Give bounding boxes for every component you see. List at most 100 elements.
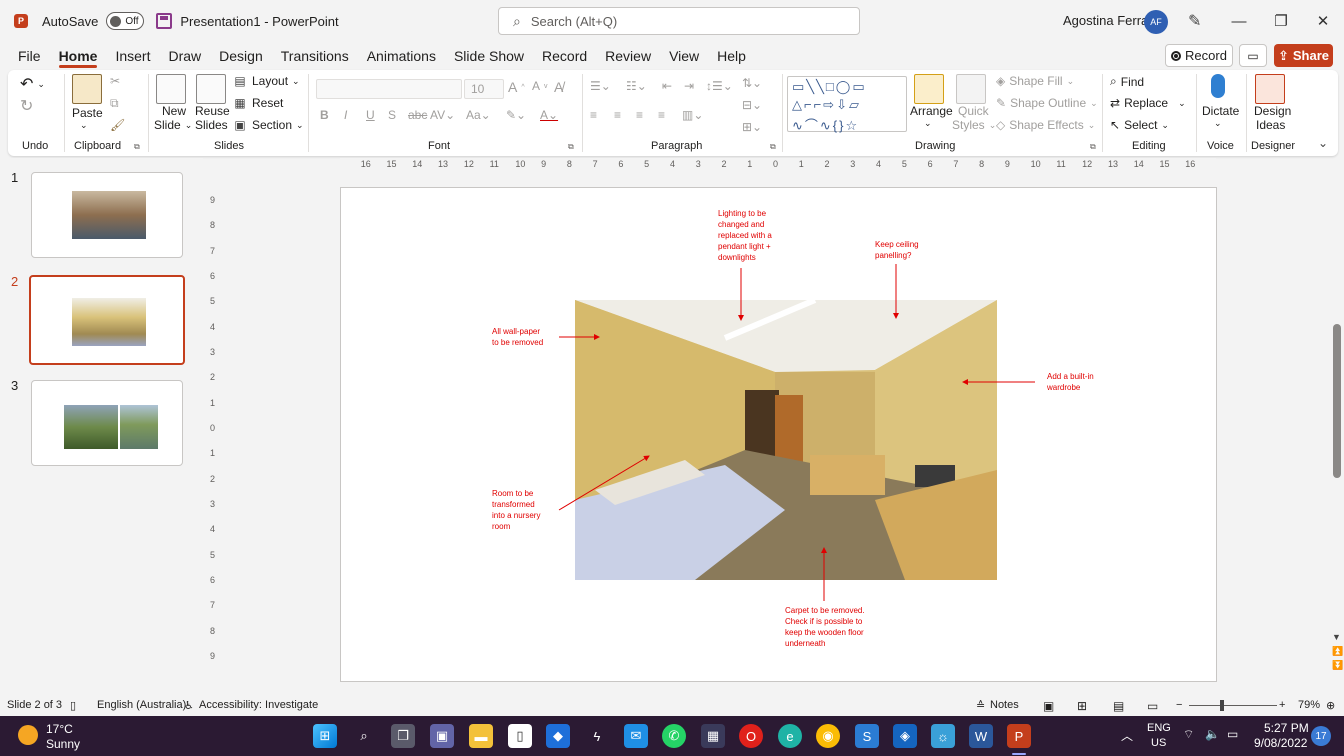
font-color-icon[interactable]: A⌄ bbox=[540, 108, 558, 122]
vertical-scrollbar[interactable]: ▼ ⏫ ⏬ bbox=[1330, 158, 1344, 694]
scroll-down-icon[interactable]: ▼ bbox=[1332, 632, 1341, 642]
weather-condition[interactable]: Sunny bbox=[46, 737, 80, 751]
slide-thumbnail-3[interactable] bbox=[31, 380, 183, 466]
shapes-row2-icon[interactable]: △⌐⌐⇨⇩▱ bbox=[792, 97, 861, 113]
increase-font-icon[interactable]: A ^ bbox=[508, 79, 525, 95]
notes-button[interactable]: Notes bbox=[990, 699, 1019, 711]
language-line1[interactable]: ENG bbox=[1147, 722, 1171, 734]
tab-record[interactable]: Record bbox=[533, 42, 596, 70]
dialog-launcher-icon[interactable]: ⧉ bbox=[568, 142, 574, 152]
chevron-down-icon[interactable]: ⌄ bbox=[80, 120, 88, 131]
minimize-icon[interactable]: — bbox=[1226, 8, 1252, 34]
wifi-icon[interactable]: ⌔ bbox=[1183, 727, 1194, 742]
tab-home[interactable]: Home bbox=[50, 42, 107, 70]
fit-to-window-icon[interactable]: ⊕ bbox=[1326, 699, 1335, 712]
align-text-icon[interactable]: ⊟⌄ bbox=[742, 98, 762, 112]
shape-outline-button[interactable]: ✎ Shape Outline ⌄ bbox=[996, 96, 1098, 110]
dictate-button[interactable]: Dictate bbox=[1202, 104, 1239, 118]
slide-thumbnail-2[interactable] bbox=[29, 275, 185, 365]
zoom-level[interactable]: 79% bbox=[1298, 699, 1320, 711]
accessibility-status[interactable]: Accessibility: Investigate bbox=[199, 699, 318, 711]
redo-button[interactable]: ↻ bbox=[20, 96, 33, 116]
user-name[interactable]: Agostina Ferrari bbox=[1063, 13, 1155, 28]
shape-effects-button[interactable]: ◇ Shape Effects ⌄ bbox=[996, 118, 1095, 132]
align-left-icon[interactable]: ≡ bbox=[590, 108, 597, 122]
note-wallpaper[interactable]: All wall-paper to be removed bbox=[492, 326, 543, 348]
highlight-icon[interactable]: ✎⌄ bbox=[506, 108, 526, 122]
edge-icon[interactable]: e bbox=[778, 724, 802, 748]
quick-styles-button[interactable]: Styles ⌄ bbox=[952, 118, 996, 132]
cut-icon[interactable]: ✂ bbox=[110, 74, 120, 88]
reset-button[interactable]: ▦ Reset bbox=[232, 96, 283, 110]
new-slide-button-line1[interactable]: New bbox=[162, 104, 186, 118]
slide-canvas[interactable]: Lighting to be changed and replaced with… bbox=[340, 187, 1217, 682]
smartart-icon[interactable]: ⊞⌄ bbox=[742, 120, 762, 134]
strikethrough-icon[interactable]: abc bbox=[408, 108, 427, 122]
clear-formatting-icon[interactable]: A̸ bbox=[554, 79, 563, 95]
store-icon[interactable]: ▦ bbox=[701, 724, 725, 748]
italic-icon[interactable]: I bbox=[344, 108, 347, 122]
autosave-toggle[interactable]: Off bbox=[106, 12, 145, 30]
reuse-slides-line1[interactable]: Reuse bbox=[195, 104, 230, 118]
notification-badge[interactable]: 17 bbox=[1311, 726, 1331, 746]
search-icon[interactable]: ⌕ bbox=[352, 724, 376, 748]
tab-slide-show[interactable]: Slide Show bbox=[445, 42, 533, 70]
battery-icon[interactable]: ▭ bbox=[1227, 727, 1238, 741]
decrease-font-icon[interactable]: Av bbox=[532, 79, 548, 93]
temperature[interactable]: 17°C bbox=[46, 722, 73, 736]
collapse-ribbon-icon[interactable]: ⌄ bbox=[1318, 136, 1328, 150]
chevron-down-icon[interactable]: ⌄ bbox=[1214, 118, 1222, 129]
note-lighting[interactable]: Lighting to be changed and replaced with… bbox=[718, 208, 772, 263]
normal-view-icon[interactable]: ▣ bbox=[1043, 699, 1054, 713]
select-button[interactable]: ↖ Select ⌄ bbox=[1110, 118, 1169, 132]
photos-icon[interactable]: ☼ bbox=[931, 724, 955, 748]
app-icon[interactable]: ϟ bbox=[585, 724, 609, 748]
comments-button[interactable]: ▭ bbox=[1239, 44, 1267, 67]
layout-button[interactable]: ▤ Layout ⌄ bbox=[232, 74, 299, 88]
justify-icon[interactable]: ≡ bbox=[658, 108, 665, 122]
task-view-icon[interactable]: ❐ bbox=[391, 724, 415, 748]
reuse-slides-button[interactable]: Slides bbox=[195, 118, 228, 132]
chevron-down-icon[interactable]: ⌄ bbox=[924, 118, 932, 129]
find-button[interactable]: ⌕ Find bbox=[1110, 74, 1144, 89]
scrollbar-thumb[interactable] bbox=[1333, 324, 1341, 478]
design-ideas-button[interactable]: Ideas bbox=[1256, 118, 1285, 132]
maximize-icon[interactable]: ❐ bbox=[1268, 8, 1294, 34]
line-spacing-icon[interactable]: ↕☰⌄ bbox=[706, 79, 733, 93]
underline-icon[interactable]: U bbox=[366, 108, 375, 122]
section-button[interactable]: ▣ Section ⌄ bbox=[232, 118, 303, 132]
clock-time[interactable]: 5:27 PM bbox=[1264, 721, 1309, 735]
avatar[interactable]: AF bbox=[1144, 10, 1168, 34]
notepad-icon[interactable]: ▯ bbox=[508, 724, 532, 748]
decrease-indent-icon[interactable]: ⇤ bbox=[662, 79, 672, 93]
shape-fill-button[interactable]: ◈ Shape Fill ⌄ bbox=[996, 74, 1074, 88]
dialog-launcher-icon[interactable]: ⧉ bbox=[134, 142, 140, 152]
search-input[interactable]: ⌕ Search (Alt+Q) bbox=[498, 7, 860, 35]
shapes-gallery[interactable]: ▭╲╲□◯▭ △⌐⌐⇨⇩▱ ∿⌒∿{}☆ bbox=[787, 76, 907, 134]
file-explorer-icon[interactable]: ▬ bbox=[469, 724, 493, 748]
sharepoint-icon[interactable]: S bbox=[855, 724, 879, 748]
clock-date[interactable]: 9/08/2022 bbox=[1254, 736, 1307, 750]
text-direction-icon[interactable]: ⇅⌄ bbox=[742, 76, 762, 90]
numbering-icon[interactable]: ☷⌄ bbox=[626, 79, 647, 93]
shapes-row3-icon[interactable]: ∿⌒∿{}☆ bbox=[792, 115, 859, 134]
undo-button[interactable]: ↶ ⌄ bbox=[20, 74, 45, 94]
previous-slide-icon[interactable]: ⏫ bbox=[1332, 646, 1343, 657]
design-ideas-line1[interactable]: Design bbox=[1254, 104, 1291, 118]
pen-icon[interactable]: ✎ bbox=[1188, 11, 1201, 31]
reading-view-icon[interactable]: ▤ bbox=[1113, 699, 1124, 713]
close-icon[interactable]: ✕ bbox=[1310, 8, 1336, 34]
dropbox-icon[interactable]: ◆ bbox=[546, 724, 570, 748]
align-right-icon[interactable]: ≡ bbox=[636, 108, 643, 122]
font-family-select[interactable] bbox=[316, 79, 462, 99]
bullets-icon[interactable]: ☰⌄ bbox=[590, 79, 611, 93]
language-line2[interactable]: US bbox=[1151, 737, 1166, 749]
arrange-button[interactable]: Arrange bbox=[910, 104, 953, 118]
zoom-out-icon[interactable]: − bbox=[1176, 699, 1182, 711]
character-spacing-icon[interactable]: AV⌄ bbox=[430, 108, 455, 122]
quick-styles-line1[interactable]: Quick bbox=[958, 104, 989, 118]
windows-start-icon[interactable]: ⊞ bbox=[313, 724, 337, 748]
replace-button[interactable]: ⇄ Replace ⌄ bbox=[1110, 96, 1186, 110]
copy-icon[interactable]: ⧉ bbox=[110, 96, 119, 111]
tab-file[interactable]: File bbox=[9, 42, 50, 70]
